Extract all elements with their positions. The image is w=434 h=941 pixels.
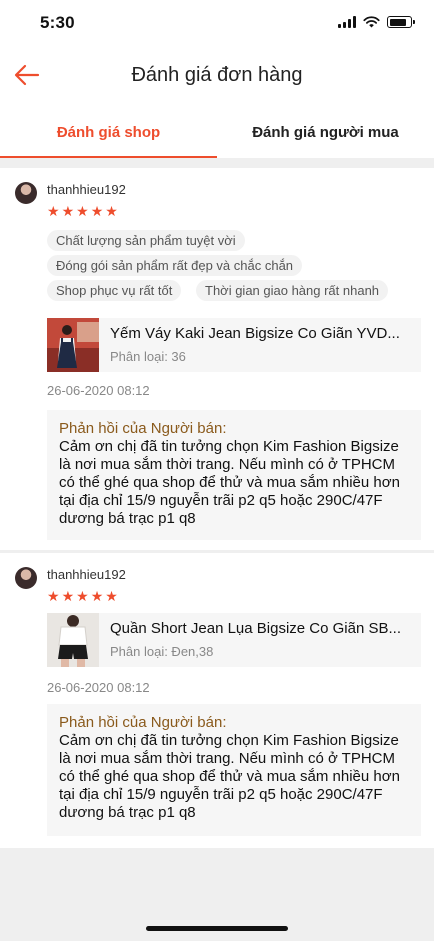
star-icon: ★: [76, 588, 89, 604]
status-time: 5:30: [40, 13, 75, 32]
star-icon: ★: [105, 203, 118, 219]
star-icon: ★: [61, 203, 75, 219]
battery-icon: [387, 16, 415, 28]
star-icon: ★: [76, 203, 89, 219]
tab-shop-review[interactable]: Đánh giá shop: [0, 108, 217, 158]
seller-reply-title: Phản hồi của Người bán:: [59, 714, 227, 731]
product-thumbnail: [47, 613, 99, 667]
star-icon: ★: [105, 588, 118, 604]
star-icon: ★: [90, 203, 104, 219]
product-item[interactable]: Yếm Váy Kaki Jean Bigsize Co Giãn YVD...…: [47, 318, 421, 372]
signal-icon: [338, 16, 356, 28]
seller-reply-text: Cảm ơn chị đã tin tưởng chọn Kim Fashion…: [59, 438, 400, 527]
seller-reply-title: Phản hồi của Người bán:: [59, 420, 227, 437]
avatar: [15, 182, 37, 204]
star-icon: ★: [47, 203, 60, 219]
tab-bar: Đánh giá shop Đánh giá người mua: [0, 108, 434, 158]
star-icon: ★: [61, 588, 75, 604]
wifi-icon: [363, 16, 380, 28]
tab-buyer-review[interactable]: Đánh giá người mua: [217, 108, 434, 158]
product-variant: Phân loại: Đen,38: [110, 644, 214, 659]
status-icons: [338, 16, 415, 28]
review-date: 26-06-2020 08:12: [47, 680, 150, 695]
review-tag: Đóng gói sản phẩm rất đẹp và chắc chắn: [47, 255, 303, 276]
product-name: Quần Short Jean Lụa Bigsize Co Giãn SB..…: [110, 620, 401, 637]
review-tag: Thời gian giao hàng rất nhanh: [196, 280, 389, 301]
header: Đánh giá đơn hàng: [0, 46, 434, 108]
review-tag: Chất lượng sản phẩm tuyệt vời: [47, 230, 245, 251]
reviewer-username: thanhhieu192: [47, 182, 126, 197]
star-icon: ★: [90, 588, 104, 604]
product-item[interactable]: Quần Short Jean Lụa Bigsize Co Giãn SB..…: [47, 613, 421, 667]
avatar: [15, 567, 37, 589]
star-rating: ★ ★ ★ ★ ★: [47, 589, 118, 603]
star-icon: ★: [47, 588, 60, 604]
product-name: Yếm Váy Kaki Jean Bigsize Co Giãn YVD...: [110, 325, 400, 342]
seller-reply: Phản hồi của Người bán: Cảm ơn chị đã ti…: [47, 704, 421, 836]
review-date: 26-06-2020 08:12: [47, 383, 150, 398]
review-card: thanhhieu192 ★ ★ ★ ★ ★ Chất lượng sản phẩm t…: [0, 168, 434, 550]
page-title: Đánh giá đơn hàng: [131, 64, 303, 86]
product-variant: Phân loại: 36: [110, 349, 186, 364]
seller-reply: Phản hồi của Người bán: Cảm ơn chị đã ti…: [47, 410, 421, 540]
reviewer-username: thanhhieu192: [47, 567, 126, 582]
status-bar: 5:30: [0, 0, 434, 46]
star-rating: ★ ★ ★ ★ ★: [47, 204, 118, 218]
review-card: thanhhieu192 ★ ★ ★ ★ ★ Quần Short Jean Lụa B…: [0, 553, 434, 848]
home-indicator: [146, 926, 288, 931]
review-tag: Shop phục vụ rất tốt: [47, 280, 182, 301]
seller-reply-text: Cảm ơn chị đã tin tưởng chọn Kim Fashion…: [59, 732, 400, 821]
product-thumbnail: [47, 318, 99, 372]
